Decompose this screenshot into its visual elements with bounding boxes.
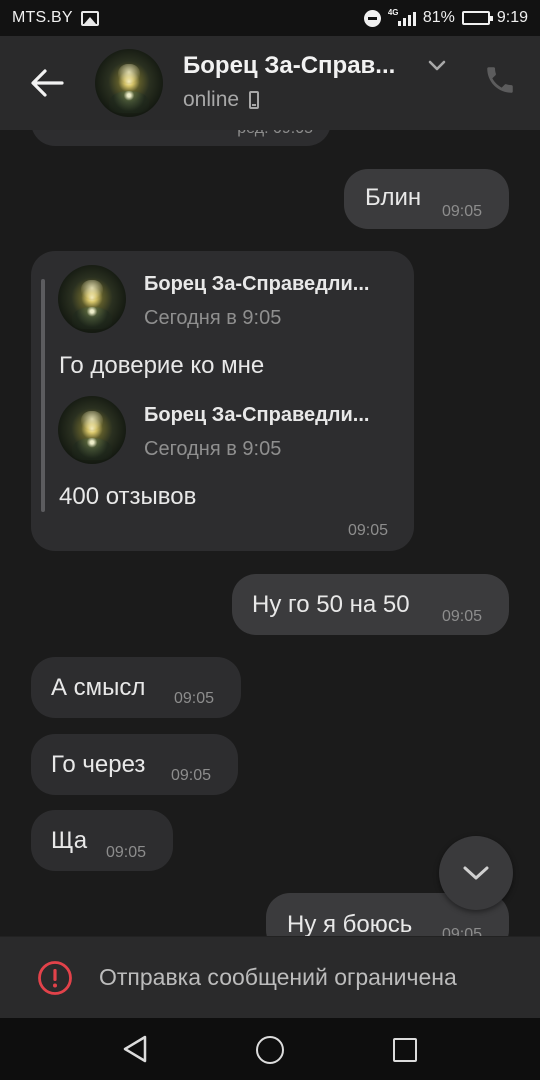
message-bubble-incoming[interactable]: А смысл 09:05 <box>31 657 241 718</box>
forwarded-sender-avatar[interactable] <box>58 265 126 333</box>
signal-icon: 4G <box>387 7 416 26</box>
dnd-icon <box>363 9 381 27</box>
message-time: 09:05 <box>106 844 147 861</box>
message-text: Ща <box>51 827 88 854</box>
message-list[interactable]: ред. 09:05 Блин 09:05 Борец За-Справедли… <box>0 130 540 936</box>
chevron-down-icon[interactable] <box>428 60 446 72</box>
message-text: Го через <box>51 751 146 778</box>
online-status: online <box>183 88 240 111</box>
message-time: ред. 09:05 <box>237 130 313 138</box>
system-nav-bar <box>0 1018 540 1080</box>
message-text: Ну го 50 на 50 <box>252 591 410 618</box>
message-bubble-incoming[interactable]: Ща 09:05 <box>31 810 173 871</box>
message-text: Ну я боюсь <box>287 911 413 936</box>
forward-indicator-bar <box>41 279 45 512</box>
message-bubble-outgoing[interactable]: Ну го 50 на 50 09:05 <box>232 574 509 635</box>
contact-name[interactable]: Борец За-Справ... <box>183 52 395 80</box>
forwarded-sender-avatar[interactable] <box>58 396 126 464</box>
message-time: 09:05 <box>442 203 483 220</box>
message-text: Блин <box>365 184 422 211</box>
forwarded-text: 400 отзывов <box>59 483 197 510</box>
nav-back-icon[interactable] <box>121 1034 149 1064</box>
forwarded-message-bubble[interactable]: Борец За-Справедли... Сегодня в 9:05 Го … <box>31 251 414 551</box>
nav-home-icon[interactable] <box>256 1036 284 1064</box>
image-icon <box>80 10 99 26</box>
restriction-text: Отправка сообщений ограничена <box>99 964 457 990</box>
battery-icon <box>461 11 493 25</box>
back-arrow-icon[interactable] <box>30 68 64 98</box>
nav-recents-icon[interactable] <box>393 1038 417 1062</box>
message-bubble-incoming[interactable]: Го через 09:05 <box>31 734 238 795</box>
restriction-banner: Отправка сообщений ограничена <box>0 936 540 1018</box>
message-time: 09:05 <box>442 926 483 936</box>
forwarded-text: Го доверие ко мне <box>59 352 265 379</box>
alert-circle-icon <box>38 961 72 995</box>
message-bubble[interactable]: ред. 09:05 <box>31 130 331 146</box>
message-time: 09:05 <box>174 690 215 707</box>
mobile-device-icon <box>249 91 260 109</box>
network-type: 4G <box>387 7 399 17</box>
battery-percent: 81% <box>422 9 455 26</box>
chevron-down-icon <box>463 866 489 880</box>
forwarded-date: Сегодня в 9:05 <box>144 307 282 329</box>
status-bar: MTS.BY 4G 81% 9:19 <box>0 0 540 36</box>
message-bubble-outgoing[interactable]: Блин 09:05 <box>344 169 509 229</box>
contact-avatar[interactable] <box>95 49 163 117</box>
scroll-down-button[interactable] <box>439 836 513 910</box>
message-time: 09:05 <box>442 608 483 625</box>
status-indicators: 4G 81% 9:19 <box>363 7 528 27</box>
carrier-name: MTS.BY <box>12 9 73 26</box>
phone-icon[interactable] <box>483 63 517 97</box>
message-time: 09:05 <box>348 522 389 539</box>
forwarded-sender-name[interactable]: Борец За-Справедли... <box>144 273 369 296</box>
chat-header: Борец За-Справ... online <box>0 36 540 130</box>
forwarded-sender-name[interactable]: Борец За-Справедли... <box>144 404 369 427</box>
contact-status: online <box>183 88 260 112</box>
clock: 9:19 <box>496 9 528 26</box>
message-text: А смысл <box>51 674 146 701</box>
forwarded-date: Сегодня в 9:05 <box>144 438 282 460</box>
message-time: 09:05 <box>171 767 212 784</box>
